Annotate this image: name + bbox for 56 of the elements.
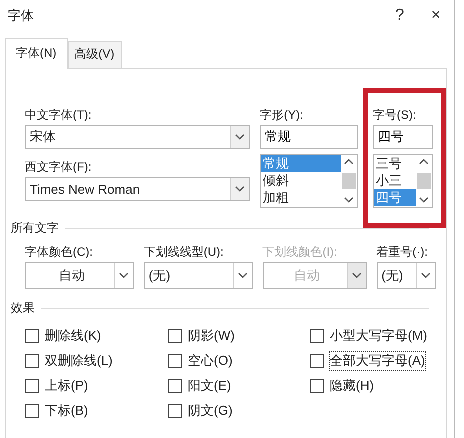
field-label: 字体颜色(C): [25,244,94,261]
checkbox[interactable] [25,354,39,368]
field-label: 中文字体(T): [25,107,93,124]
field-label: 字形(Y): [260,107,304,124]
checkbox-label[interactable]: 空心(O) [187,351,234,371]
input-field[interactable]: 四号 [373,125,433,149]
list-item[interactable]: 三号 [374,155,416,172]
dropdown[interactable]: (无) [376,262,436,289]
field-label: 字号(S): [373,107,418,124]
scrollbar-thumb[interactable] [342,173,356,189]
checkbox[interactable] [168,329,182,343]
dropdown[interactable]: 宋体 [25,125,250,149]
checkbox[interactable] [168,354,182,368]
section-title: 所有文字 [11,220,59,237]
window-title: 字体 [8,7,35,25]
list-box[interactable]: 常规 倾斜 加粗 [260,154,358,208]
field-label: 下划线颜色(I): [262,244,338,261]
checkbox-label[interactable]: 小型大写字母(M) [329,326,428,346]
list-box[interactable]: 三号 小三 四号 [373,154,433,208]
help-button[interactable]: ? [382,2,418,30]
field-label: 着重号(·): [376,244,429,261]
chevron-up-icon[interactable] [419,158,429,166]
input-field[interactable]: 常规 [260,125,358,149]
checkbox[interactable] [25,379,39,393]
close-button[interactable]: × [418,2,454,30]
checkbox-label[interactable]: 下标(B) [44,401,90,421]
checkbox-label[interactable]: 阳文(E) [187,376,232,396]
checkbox[interactable] [168,379,182,393]
checkbox-label[interactable]: 全部大写字母(A) [329,351,426,371]
checkbox[interactable] [310,329,324,343]
checkbox[interactable] [168,404,182,418]
dropdown[interactable]: (无) [144,262,253,289]
checkbox[interactable] [310,379,324,393]
checkbox-label[interactable]: 上标(P) [44,376,90,396]
checkbox-label[interactable]: 双删除线(L) [44,351,114,371]
chevron-down-icon[interactable] [419,196,429,204]
chevron-up-icon[interactable] [344,158,354,166]
dropdown[interactable]: Times New Roman [25,177,250,201]
checkbox-label[interactable]: 隐藏(H) [329,376,376,396]
chevron-down-icon[interactable] [344,196,354,204]
list-item[interactable]: 小三 [374,172,416,189]
field-label: 西文字体(F): [25,159,93,176]
tab[interactable]: 高级(V) [68,41,122,68]
checkbox-label[interactable]: 阴文(G) [187,401,234,421]
checkbox-label[interactable]: 删除线(K) [44,326,102,346]
dropdown[interactable]: 自动 [25,262,134,289]
checkbox[interactable] [25,329,39,343]
scrollbar-thumb[interactable] [417,173,431,189]
checkbox-label[interactable]: 阴影(W) [187,326,236,346]
checkbox[interactable] [310,354,324,368]
checkbox[interactable] [25,404,39,418]
section-title: 效果 [11,300,35,317]
tab[interactable]: 字体(N) [5,38,68,69]
field-label: 下划线线型(U): [144,244,225,261]
list-item[interactable]: 加粗 [261,189,341,206]
list-item[interactable]: 倾斜 [261,172,341,189]
